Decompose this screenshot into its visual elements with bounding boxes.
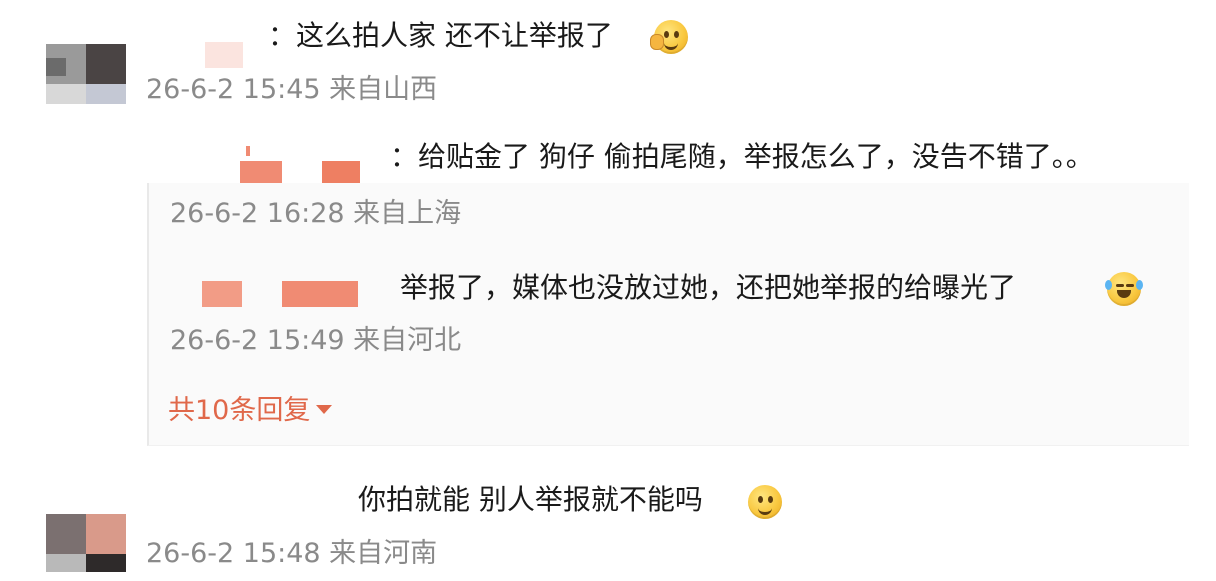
caret-down-icon (316, 405, 333, 414)
more-replies-label: 共10条回复 (168, 395, 311, 426)
avatar[interactable] (46, 44, 126, 104)
smile-emoji (748, 485, 782, 519)
censored-username[interactable] (282, 281, 358, 307)
reply-text: ：给贴金了 狗仔 偷拍尾随，举报怎么了，没告不错了。。 (390, 140, 1094, 173)
reply-meta: 26-6-2 16:28 来自上海 (170, 198, 462, 229)
censored-username[interactable] (240, 161, 282, 183)
censored-username[interactable] (322, 161, 360, 183)
comment-meta: 26-6-2 15:48 来自河南 (146, 538, 438, 569)
censored-username[interactable] (205, 42, 243, 68)
more-replies-link[interactable]: 共10条回复 (168, 394, 333, 428)
comment-text: ：这么拍人家 还不让举报了 (268, 19, 613, 52)
comment-text: 你拍就能 别人举报就不能吗 (358, 483, 703, 516)
censored-username[interactable] (246, 146, 250, 156)
reply-meta: 26-6-2 15:49 来自河北 (170, 325, 462, 356)
censored-username[interactable] (202, 281, 242, 307)
reply-text: 举报了，媒体也没放过她，还把她举报的给曝光了 (400, 271, 1017, 304)
avatar[interactable] (46, 514, 126, 572)
laugh-cry-emoji (1105, 272, 1143, 306)
smirk-emoji (650, 20, 688, 54)
comment-meta: 26-6-2 15:45 来自山西 (146, 74, 438, 105)
